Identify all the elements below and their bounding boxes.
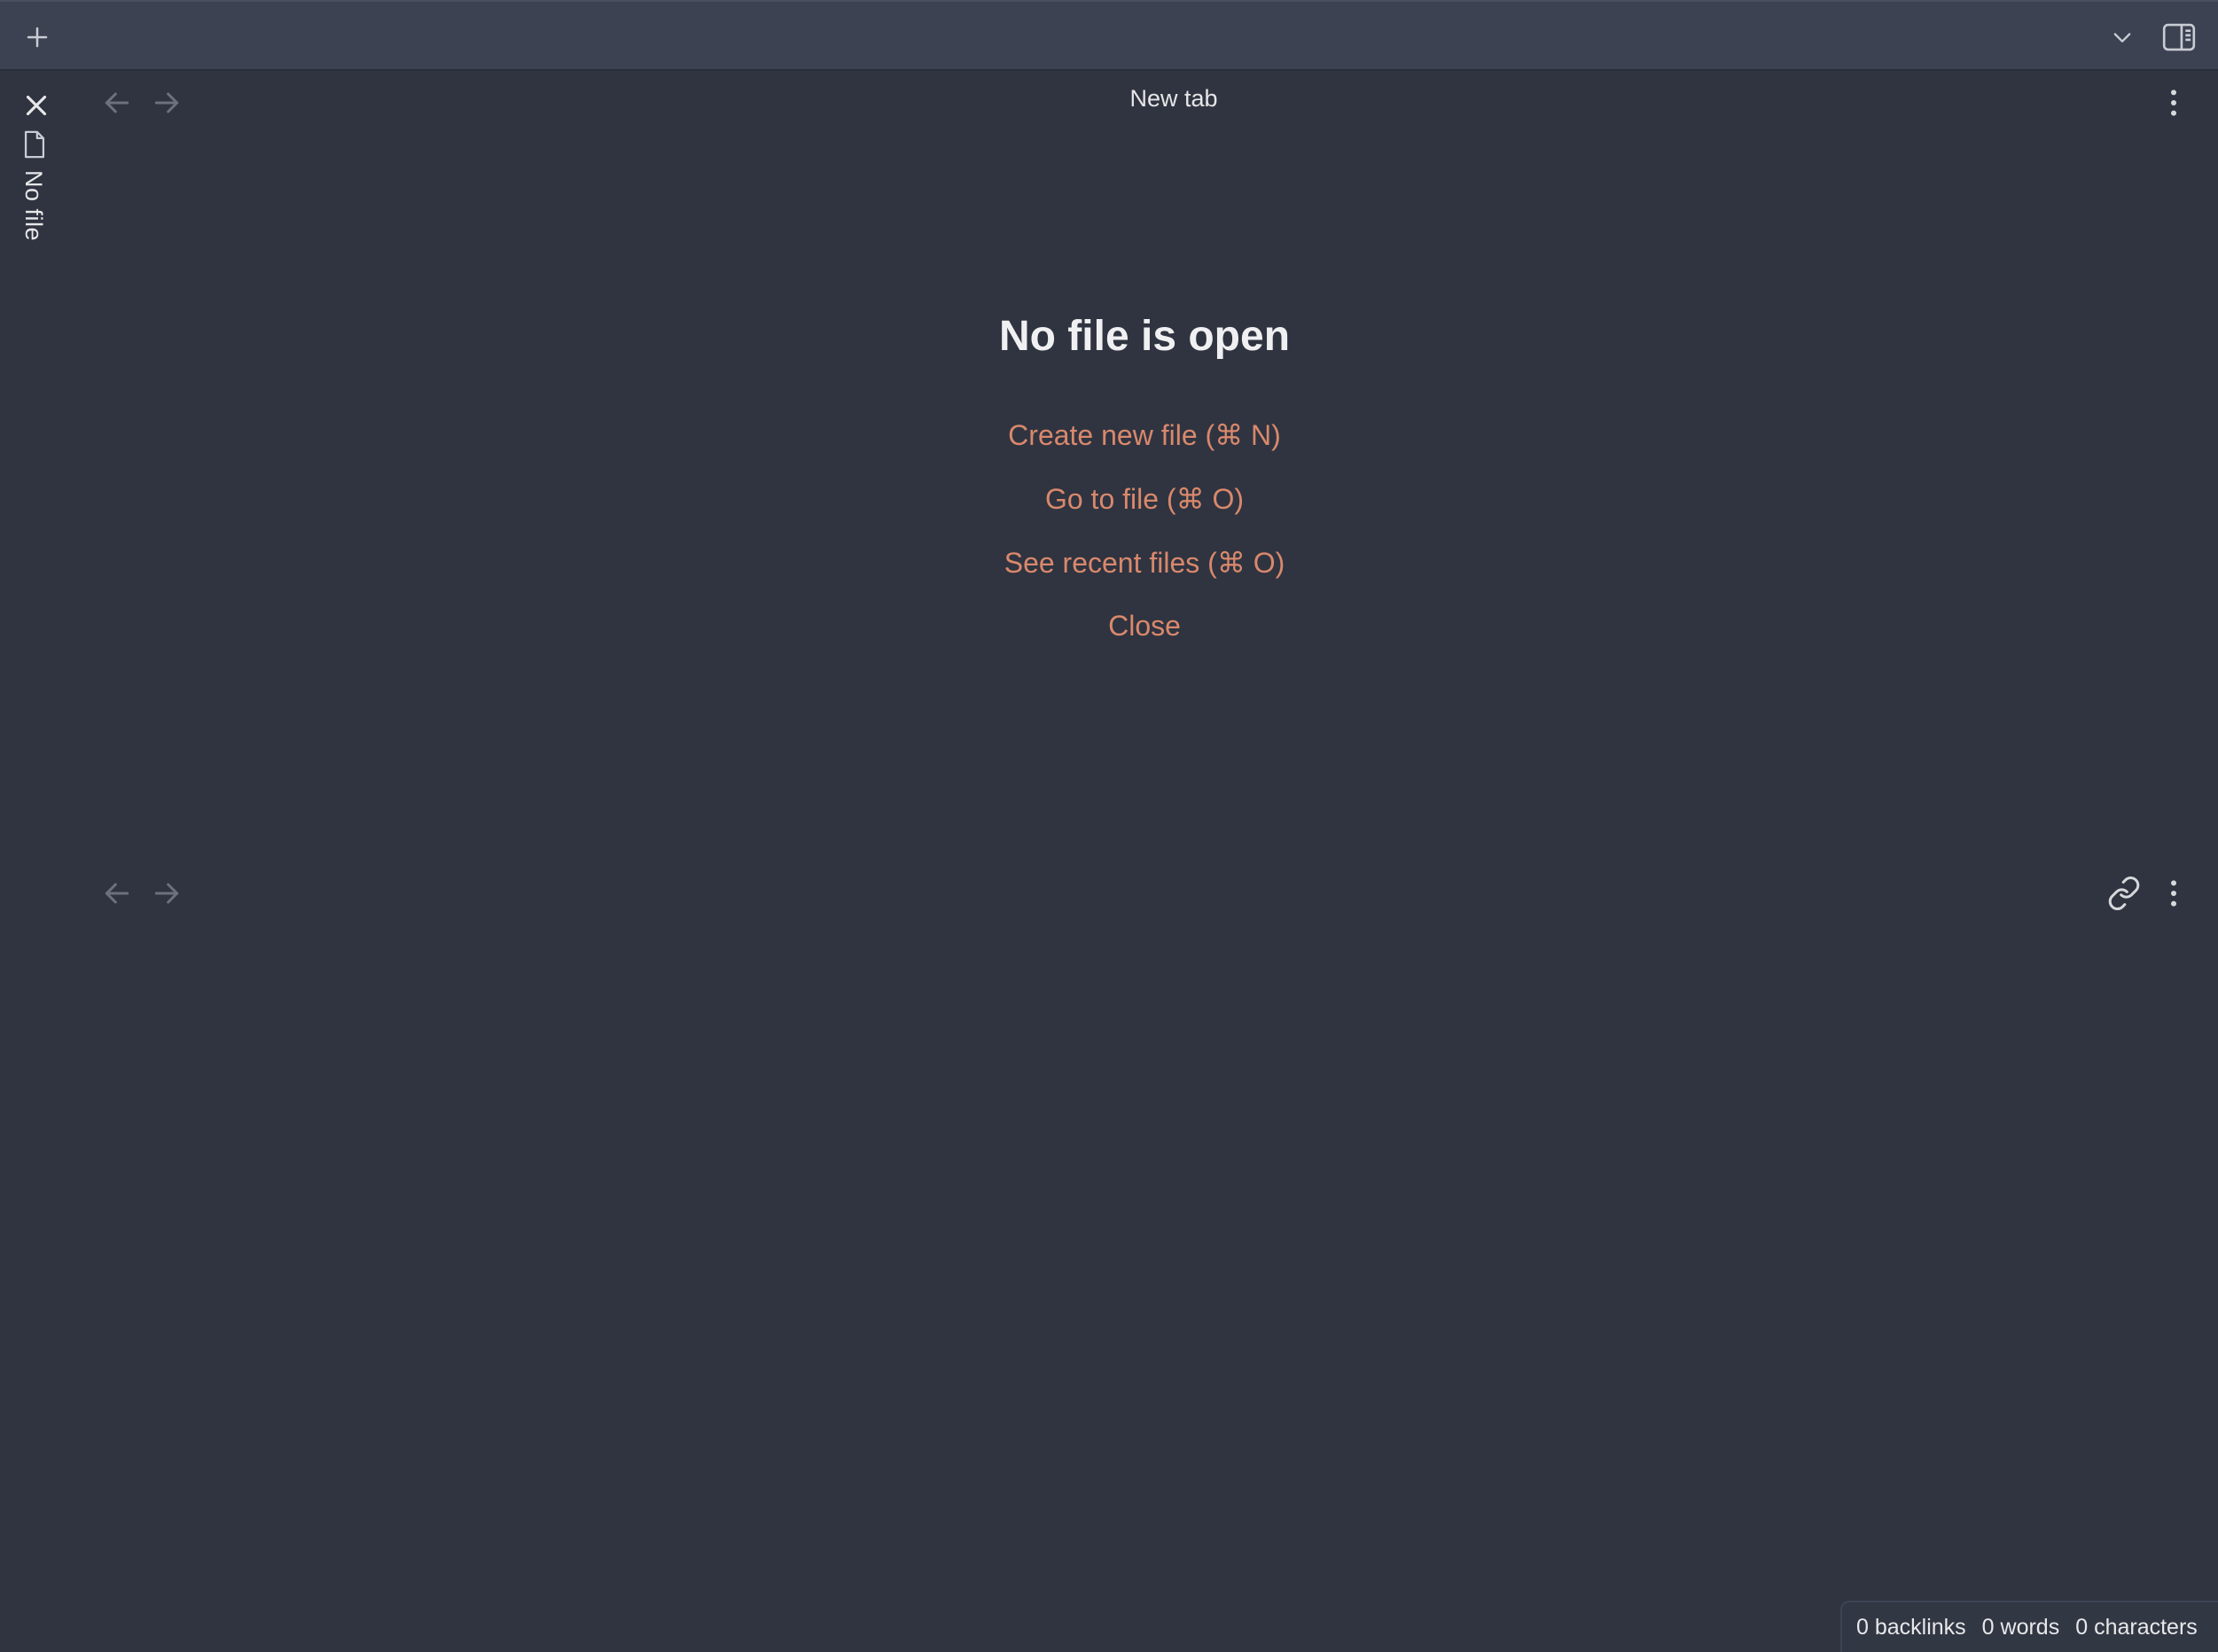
bottom-back-button[interactable] <box>99 876 135 911</box>
backlinks-count[interactable]: 0 backlinks <box>1856 1615 1966 1640</box>
create-new-file-link[interactable]: Create new file (⌘ N) <box>790 418 1499 452</box>
tab-list-button[interactable] <box>2103 18 2142 57</box>
empty-state-heading: No file is open <box>998 313 1291 360</box>
file-tab-button[interactable] <box>21 129 50 161</box>
chevron-down-icon <box>2113 33 2131 43</box>
arrow-right-icon <box>154 92 179 113</box>
close-link[interactable]: Close <box>790 610 1499 643</box>
bottom-forward-button[interactable] <box>149 876 184 911</box>
word-count: 0 words <box>1981 1614 2060 1640</box>
sidebar-toggle-icon <box>2162 23 2196 51</box>
character-count: 0 characters <box>2075 1614 2198 1640</box>
more-options-button[interactable] <box>2156 85 2191 121</box>
arrow-left-icon <box>105 92 129 113</box>
title-bar <box>0 0 2218 71</box>
file-icon <box>24 130 45 159</box>
toggle-right-sidebar-button[interactable] <box>2158 16 2200 58</box>
forward-button[interactable] <box>149 85 184 121</box>
link-icon <box>2108 877 2140 910</box>
close-icon <box>26 95 47 116</box>
left-tab-strip: No file <box>0 0 71 1581</box>
back-button[interactable] <box>99 85 135 121</box>
bottom-more-options-button[interactable] <box>2156 876 2191 911</box>
see-recent-files-link[interactable]: See recent files (⌘ O) <box>790 546 1499 580</box>
close-tab-button[interactable] <box>20 89 53 122</box>
link-button[interactable] <box>2106 876 2142 911</box>
status-bar: 0 backlinks 0 words 0 characters <box>1840 1601 2218 1652</box>
arrow-right-icon <box>154 883 179 904</box>
more-vertical-icon <box>2171 880 2176 907</box>
tab-label[interactable]: No file <box>20 170 47 241</box>
view-title: New tab <box>1129 85 1218 112</box>
more-vertical-icon <box>2171 90 2176 116</box>
go-to-file-link[interactable]: Go to file (⌘ O) <box>790 482 1499 516</box>
arrow-left-icon <box>105 883 129 904</box>
